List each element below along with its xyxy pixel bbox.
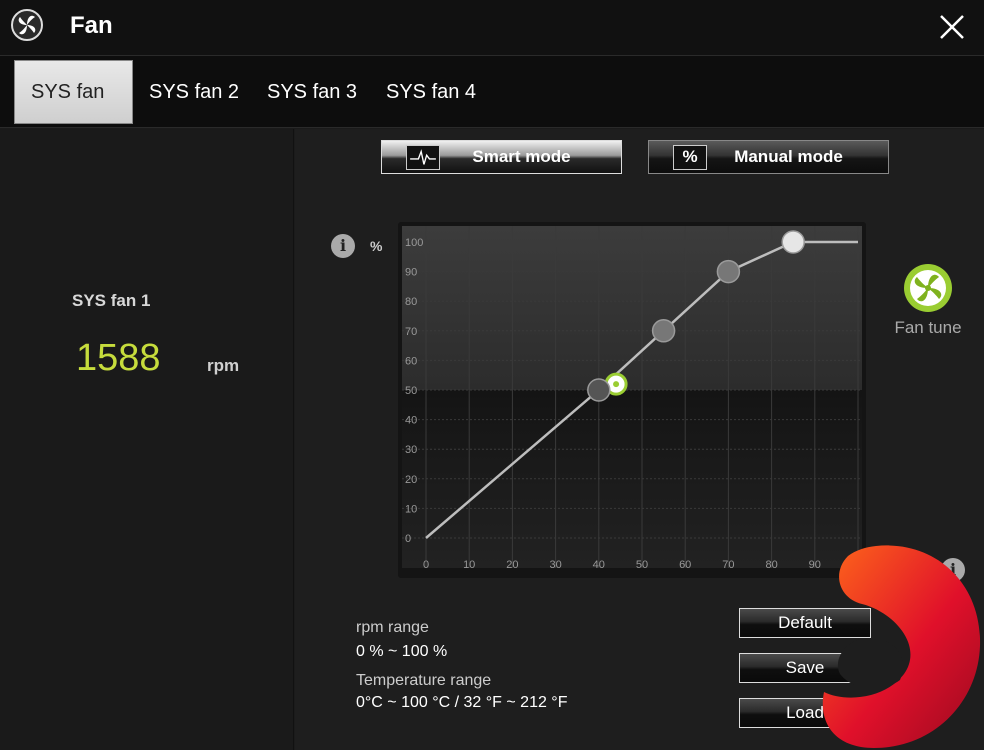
rpm-range-value: 0 % ~ 100 % <box>356 643 448 660</box>
tab-sys-fan-2[interactable]: SYS fan 2 <box>133 60 255 124</box>
tab-sys-fan-1[interactable]: SYS fan 1 <box>14 60 133 165</box>
y-tick-label: 0 <box>405 533 411 545</box>
temperature-range-label: Temperature range <box>356 672 492 689</box>
x-tick-label: 60 <box>679 559 691 571</box>
y-tick-label: 40 <box>405 415 417 427</box>
y-axis-info-icon[interactable]: i <box>331 234 355 258</box>
x-tick-label: 70 <box>722 559 734 571</box>
manual-mode-button[interactable]: % Manual mode <box>648 140 889 174</box>
x-tick-label: 80 <box>765 559 777 571</box>
y-tick-label: 70 <box>405 326 417 338</box>
watermark-logo <box>822 545 981 748</box>
rpm-unit: rpm <box>207 356 240 375</box>
x-tick-label: 40 <box>593 559 605 571</box>
curve-control-point[interactable] <box>781 230 805 254</box>
window-title: Fan <box>70 12 113 39</box>
x-tick-label: 20 <box>506 559 518 571</box>
fan-app-icon <box>11 9 43 41</box>
y-axis-unit: % <box>370 238 383 254</box>
x-tick-label: 50 <box>636 559 648 571</box>
current-point-center <box>613 381 620 388</box>
y-tick-label: 90 <box>405 267 417 279</box>
fan-tab-bar: SYS fan 1 SYS fan 2 SYS fan 3 SYS fan 4 <box>0 56 984 165</box>
fan-status-panel: SYS fan 1 1588 rpm <box>0 129 294 750</box>
fan-name-label: SYS fan 1 <box>72 291 151 310</box>
curve-control-point[interactable] <box>716 259 741 284</box>
y-tick-label: 100 <box>405 237 423 249</box>
fan-tune-icon <box>904 264 952 312</box>
smart-mode-button[interactable]: Smart mode <box>381 140 622 174</box>
rpm-range-label: rpm range <box>356 619 429 636</box>
rpm-value: 1588 <box>76 337 161 379</box>
y-tick-label: 20 <box>405 474 417 486</box>
tab-sys-fan-4[interactable]: SYS fan 4 <box>370 60 492 124</box>
y-tick-label: 30 <box>405 444 417 456</box>
x-tick-label: 10 <box>463 559 475 571</box>
y-tick-label: 80 <box>405 296 417 308</box>
x-tick-label: 0 <box>423 559 429 571</box>
title-bar: Fan <box>0 0 984 56</box>
fan-curve-chart[interactable]: 0 10 20 30 40 50 60 70 80 90 100 0 10 20 30 40 50 60 70 80 9… <box>398 222 866 578</box>
y-tick-label: 10 <box>405 503 417 515</box>
fan-tune-button[interactable]: Fan tune <box>892 262 964 338</box>
fan-curve-svg[interactable]: 01020304050607080901000 10 20 30 40 50 60 70 80 9… <box>398 222 866 578</box>
curve-control-point[interactable] <box>651 319 676 343</box>
y-tick-label: 60 <box>405 355 417 367</box>
x-tick-label: 30 <box>549 559 561 571</box>
close-icon[interactable] <box>935 10 969 44</box>
manual-mode-label: Manual mode <box>734 147 843 166</box>
temperature-range-value: 0°C ~ 100 °C / 32 °F ~ 212 °F <box>356 694 568 711</box>
curve-control-point[interactable] <box>587 378 611 402</box>
y-tick-label: 50 <box>405 385 417 397</box>
smart-mode-label: Smart mode <box>472 147 571 166</box>
tab-sys-fan-3[interactable]: SYS fan 3 <box>251 60 373 124</box>
fan-tune-label: Fan tune <box>894 318 962 337</box>
